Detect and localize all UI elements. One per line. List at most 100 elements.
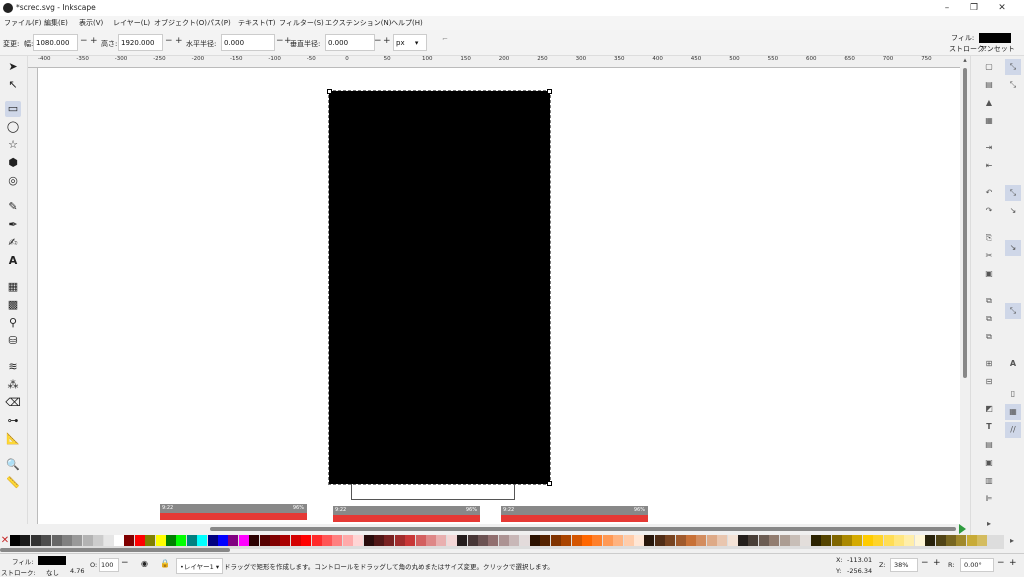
palette-swatch[interactable] [332, 535, 343, 546]
palette-menu-icon[interactable]: ▸ [1005, 536, 1019, 548]
corner-handle[interactable] [327, 89, 332, 94]
snap-grid-icon[interactable]: ▦ [1005, 404, 1021, 420]
ry-plus-button[interactable]: + [383, 36, 391, 46]
horizontal-scrollbar[interactable] [38, 524, 966, 535]
rectangle-tool-icon[interactable]: ▭ [5, 101, 21, 117]
palette-swatch[interactable] [540, 535, 551, 546]
vertical-ruler[interactable] [28, 68, 38, 524]
text-font-icon[interactable]: T [981, 419, 997, 435]
mesh-tool-icon[interactable]: ▩ [5, 297, 21, 313]
menu-object[interactable]: オブジェクト(O) [154, 18, 207, 28]
palette-swatch[interactable] [862, 535, 873, 546]
copy-icon[interactable]: ⎘ [981, 230, 997, 246]
import-icon[interactable]: ⇥ [981, 140, 997, 156]
rotation-minus-button[interactable]: − [997, 558, 1005, 568]
palette-swatch[interactable] [145, 535, 156, 546]
palette-swatch[interactable] [738, 535, 748, 546]
palette-swatch[interactable] [509, 535, 520, 546]
palette-swatch[interactable] [769, 535, 780, 546]
ruler-tool-icon[interactable]: 📏 [5, 475, 21, 491]
palette-swatch[interactable] [644, 535, 655, 546]
arrow-right-icon[interactable] [959, 524, 966, 534]
rx-minus-button[interactable]: − [276, 36, 284, 46]
palette-swatch[interactable] [925, 535, 936, 546]
palette-swatch[interactable] [426, 535, 436, 546]
measure-tool-icon[interactable]: 📐 [5, 431, 21, 447]
tweak-tool-icon[interactable]: ≋ [5, 359, 21, 375]
palette-swatch[interactable] [51, 535, 62, 546]
palette-swatch[interactable] [238, 535, 249, 546]
palette-swatch[interactable] [457, 535, 468, 546]
layer-select[interactable]: •レイヤー1 ▾ [176, 558, 224, 574]
maximize-button[interactable]: ❐ [968, 2, 980, 14]
palette-swatch[interactable] [634, 535, 644, 546]
palette-swatch[interactable] [550, 535, 561, 546]
palette-swatch[interactable] [290, 535, 301, 546]
palette-swatch[interactable] [280, 535, 291, 546]
palette-swatch[interactable] [852, 535, 863, 546]
palette-swatch[interactable] [41, 535, 52, 546]
group-icon[interactable]: ⊞ [981, 356, 997, 372]
rx-input[interactable]: 0.000 [221, 34, 275, 51]
palette-swatch[interactable] [977, 535, 988, 546]
corner-handle[interactable] [547, 481, 552, 486]
palette-swatch[interactable] [259, 535, 270, 546]
palette-swatch[interactable] [218, 535, 228, 546]
fill-indicator-swatch[interactable] [38, 556, 66, 565]
palette-swatch[interactable] [124, 535, 135, 546]
height-input[interactable]: 1920.000 [118, 34, 163, 51]
palette-swatch[interactable] [322, 535, 332, 546]
palette-swatch[interactable] [72, 535, 83, 546]
palette-swatch[interactable] [665, 535, 676, 546]
palette-swatch[interactable] [30, 535, 41, 546]
minimize-button[interactable]: – [941, 2, 953, 14]
snap-toggle-icon[interactable]: ⤡ [1005, 59, 1021, 75]
palette-swatch[interactable] [103, 535, 114, 546]
menu-view[interactable]: 表示(V) [79, 18, 103, 28]
xml-editor-icon[interactable]: ▣ [981, 455, 997, 471]
unlink-clone-icon[interactable]: ⧉ [981, 329, 997, 345]
palette-swatch[interactable] [810, 535, 821, 546]
export-icon[interactable]: ⇤ [981, 158, 997, 174]
horizontal-ruler[interactable]: -400 -350 -300 -250 -200 -150 -100 -50 0 50 100 150… [28, 56, 960, 68]
palette-swatch[interactable] [134, 535, 145, 546]
palette-swatch[interactable] [478, 535, 488, 546]
zoom-input[interactable]: 38% [890, 558, 918, 572]
selector-tool-icon[interactable]: ➤ [5, 59, 21, 75]
palette-swatch[interactable] [914, 535, 925, 546]
snap-text-icon[interactable]: A [1005, 356, 1021, 372]
ry-input[interactable]: 0.000 [325, 34, 375, 51]
palette-swatch[interactable] [384, 535, 395, 546]
snap-nodes-icon[interactable]: ⤡ [1005, 185, 1021, 201]
spiral-tool-icon[interactable]: ◎ [5, 173, 21, 189]
opacity-input[interactable]: 100 [99, 558, 119, 572]
print-icon[interactable]: ▦ [981, 113, 997, 129]
zoom-plus-button[interactable]: + [933, 558, 941, 568]
selected-rectangle[interactable] [328, 90, 551, 485]
palette-swatch[interactable] [415, 535, 426, 546]
palette-swatch[interactable] [498, 535, 509, 546]
palette-swatch[interactable] [249, 535, 260, 546]
palette-swatch[interactable] [831, 535, 842, 546]
vertical-scrollbar[interactable]: ▴ [960, 56, 970, 524]
palette-swatch[interactable] [873, 535, 884, 546]
palette-swatch[interactable] [405, 535, 416, 546]
clone-icon[interactable]: ⧉ [981, 311, 997, 327]
reset-corners-icon[interactable]: ⌐ [442, 35, 448, 43]
dropper-tool-icon[interactable]: ⚲ [5, 315, 21, 331]
palette-swatch[interactable] [727, 535, 738, 546]
menu-filters[interactable]: フィルター(S) [279, 18, 324, 28]
palette-swatch[interactable] [935, 535, 946, 546]
zoom-minus-button[interactable]: − [921, 558, 929, 568]
snap-page-icon[interactable]: ▯ [1005, 386, 1021, 402]
fill-swatch[interactable] [979, 33, 1011, 43]
palette-swatch[interactable] [602, 535, 613, 546]
palette-swatch[interactable] [675, 535, 686, 546]
spray-tool-icon[interactable]: ⁂ [5, 377, 21, 393]
menu-help[interactable]: ヘルプ(H) [391, 18, 423, 28]
palette-swatch[interactable] [821, 535, 832, 546]
palette-swatch[interactable] [270, 535, 280, 546]
undo-icon[interactable]: ↶ [981, 185, 997, 201]
menu-file[interactable]: ファイル(F) [4, 18, 42, 28]
palette-swatch[interactable] [207, 535, 218, 546]
